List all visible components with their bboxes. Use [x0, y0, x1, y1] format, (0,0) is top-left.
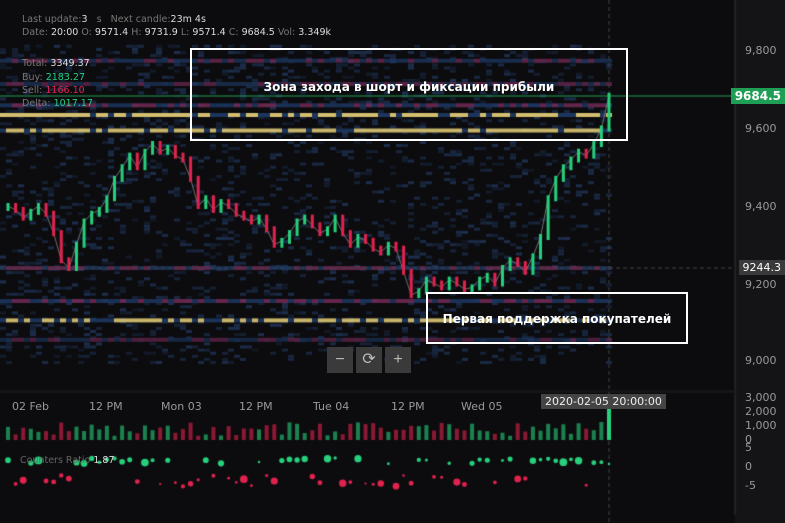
ratio-tick: 0 — [745, 460, 752, 473]
crosshair-price-label: 9244.3 — [738, 260, 785, 275]
time-tick: 12 PM — [89, 400, 123, 413]
price-tick: 9,200 — [745, 278, 777, 291]
time-tick: Wed 05 — [461, 400, 503, 413]
counters-ratio: Counters Ratio 1.87 — [20, 455, 115, 466]
delta-volume: Delta: 1017.17 — [22, 98, 93, 109]
ratio-tick: -5 — [745, 479, 756, 492]
time-tick: 12 PM — [239, 400, 273, 413]
time-tick: 12 PM — [391, 400, 425, 413]
time-tick: 02 Feb — [12, 400, 49, 413]
time-tick: Tue 04 — [313, 400, 350, 413]
price-tick: 9,400 — [745, 200, 777, 213]
volume-tick: 2,000 — [745, 405, 777, 418]
volume-tick: 3,000 — [745, 391, 777, 404]
zoom-in-button[interactable]: + — [385, 347, 411, 373]
ratio-tick: 5 — [745, 441, 752, 454]
annotation-support: Первая поддержка покупателей — [426, 292, 688, 344]
price-tick: 9,600 — [745, 122, 777, 135]
zoom-out-button[interactable]: − — [327, 347, 353, 373]
volume-tick: 1,000 — [745, 419, 777, 432]
annotation-short-zone: Зона захода в шорт и фиксации прибыли — [190, 48, 628, 141]
total-volume: Total: 3349.37 — [22, 58, 90, 69]
reset-zoom-button[interactable]: ⟳ — [356, 347, 382, 373]
price-tick: 9,800 — [745, 44, 777, 57]
time-tick: Mon 03 — [161, 400, 202, 413]
price-tick: 9,000 — [745, 354, 777, 367]
current-price-label: 9684.5 — [730, 88, 785, 104]
update-info: Last update:3 s Next candle:23m 4s — [22, 14, 206, 25]
crosshair-time-label: 2020-02-05 20:00:00 — [541, 394, 666, 409]
buy-volume: Buy: 2183.27 — [22, 72, 85, 83]
sell-volume: Sell: 1166.10 — [22, 85, 85, 96]
ohlc-info: Date: 20:00 O: 9571.4 H: 9731.9 L: 9571.… — [22, 27, 331, 38]
